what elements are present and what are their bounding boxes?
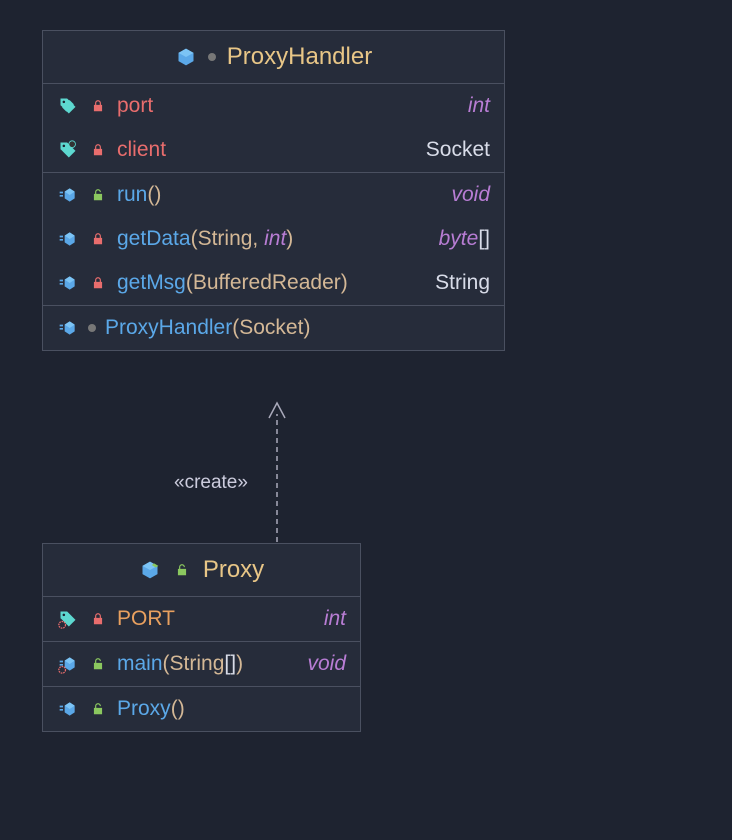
methods-section: run() void getData(String, int) byte[] xyxy=(43,173,504,306)
return-type: byte[] xyxy=(439,227,490,251)
fields-section: PORT int xyxy=(43,597,360,642)
method-row[interactable]: main(String[]) void xyxy=(43,642,360,686)
method-icon xyxy=(57,317,79,339)
return-type: void xyxy=(451,183,490,207)
constructors-section: Proxy() xyxy=(43,687,360,731)
field-name: client xyxy=(117,138,166,162)
method-icon xyxy=(57,184,79,206)
class-proxyhandler[interactable]: ProxyHandler port int xyxy=(42,30,505,351)
method-name: getMsg(BufferedReader) xyxy=(117,271,348,295)
method-icon xyxy=(57,272,79,294)
dot-icon xyxy=(207,46,217,68)
method-icon xyxy=(57,228,79,250)
class-proxy[interactable]: Proxy PORT int xyxy=(42,543,361,732)
constructor-row[interactable]: ProxyHandler(Socket) xyxy=(43,306,504,350)
methods-section: main(String[]) void xyxy=(43,642,360,687)
lock-open-icon xyxy=(87,653,109,675)
field-row[interactable]: client Socket xyxy=(43,128,504,172)
lock-closed-icon xyxy=(87,95,109,117)
fields-section: port int client Socket xyxy=(43,84,504,173)
class-name: ProxyHandler xyxy=(227,43,372,71)
constructor-name: Proxy() xyxy=(117,697,185,721)
lock-closed-icon xyxy=(87,272,109,294)
lock-open-icon xyxy=(171,559,193,581)
constructor-row[interactable]: Proxy() xyxy=(43,687,360,731)
method-row[interactable]: run() void xyxy=(43,173,504,217)
method-name: run() xyxy=(117,183,161,207)
field-icon xyxy=(57,95,79,117)
field-icon xyxy=(57,139,79,161)
method-row[interactable]: getData(String, int) byte[] xyxy=(43,217,504,261)
arrow-label: «create» xyxy=(174,472,248,494)
method-name: getData(String, int) xyxy=(117,227,293,251)
field-icon xyxy=(57,608,79,630)
field-type: int xyxy=(468,94,490,118)
class-name: Proxy xyxy=(203,556,264,584)
dot-icon xyxy=(87,317,97,339)
lock-open-icon xyxy=(87,698,109,720)
constructors-section: ProxyHandler(Socket) xyxy=(43,306,504,350)
method-row[interactable]: getMsg(BufferedReader) String xyxy=(43,261,504,305)
field-row[interactable]: PORT int xyxy=(43,597,360,641)
method-name: main(String[]) xyxy=(117,652,243,676)
method-icon xyxy=(57,698,79,720)
dependency-arrow xyxy=(265,400,295,543)
class-icon xyxy=(175,46,197,68)
class-header: ProxyHandler xyxy=(43,31,504,84)
class-header: Proxy xyxy=(43,544,360,597)
field-type: int xyxy=(324,607,346,631)
method-icon xyxy=(57,653,79,675)
lock-closed-icon xyxy=(87,228,109,250)
field-type: Socket xyxy=(426,138,490,162)
lock-closed-icon xyxy=(87,608,109,630)
class-icon xyxy=(139,559,161,581)
return-type: void xyxy=(307,652,346,676)
constructor-name: ProxyHandler(Socket) xyxy=(105,316,310,340)
field-name: PORT xyxy=(117,607,175,631)
field-row[interactable]: port int xyxy=(43,84,504,128)
return-type: String xyxy=(435,271,490,295)
lock-closed-icon xyxy=(87,139,109,161)
lock-open-icon xyxy=(87,184,109,206)
field-name: port xyxy=(117,94,153,118)
